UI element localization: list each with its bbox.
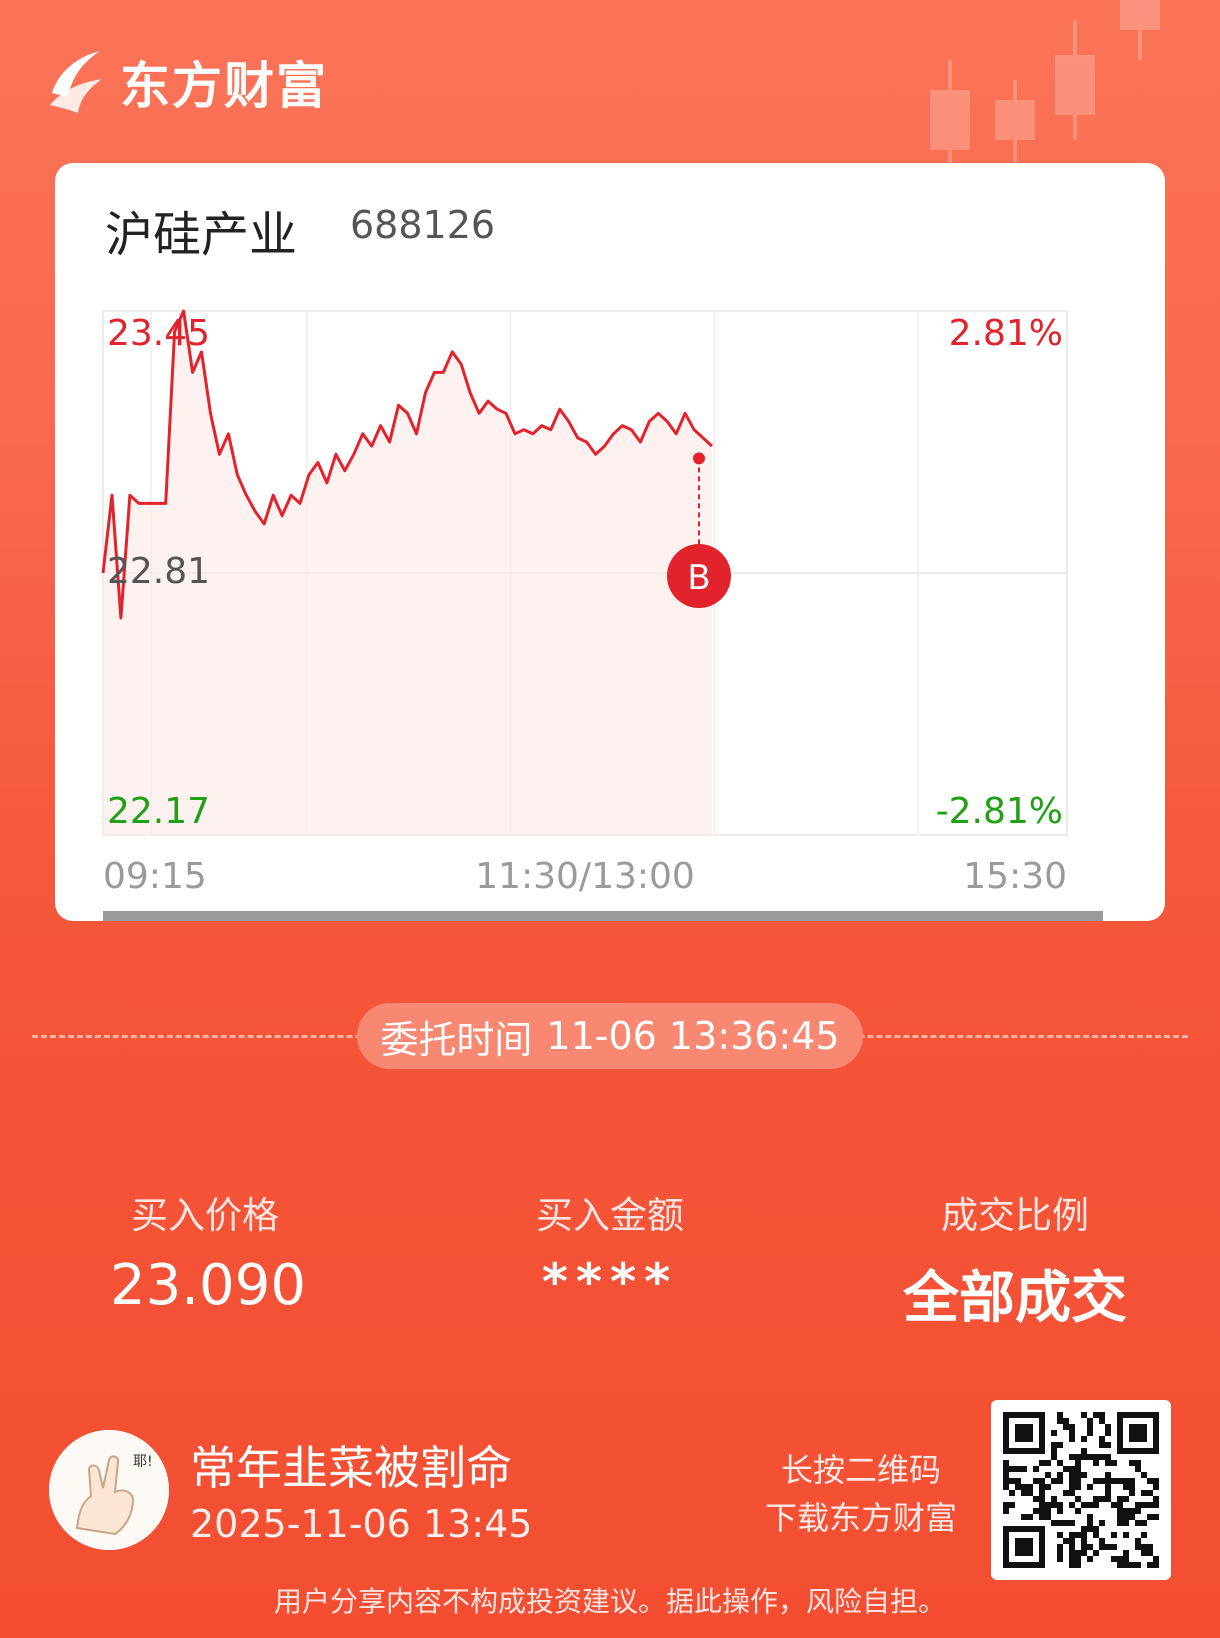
y-label-pct-high: 2.81% — [949, 313, 1063, 354]
y-label-pct-low: -2.81% — [936, 791, 1063, 832]
hand-gesture-icon: 耶! — [49, 1430, 169, 1550]
intraday-chart: B 23.45 22.81 22.17 2.81% -2.81% 09:15 11:30/1… — [101, 309, 1068, 897]
candlestick-decoration — [930, 0, 1160, 180]
x-tick-close: 15:30 — [963, 856, 1067, 897]
qr-hint: 长按二维码 下载东方财富 — [756, 1446, 966, 1542]
eastmoney-logo-icon — [50, 51, 102, 113]
qr-hint-line1: 长按二维码 — [780, 1451, 941, 1489]
stat-label: 买入价格 — [131, 1194, 279, 1237]
stat-label: 成交比例 — [941, 1194, 1089, 1237]
stat-value: 23.090 — [110, 1253, 306, 1318]
y-label-low: 22.17 — [107, 791, 210, 832]
x-tick-open: 09:15 — [103, 856, 207, 897]
avatar-caption: 耶! — [133, 1454, 153, 1470]
order-time-value: 11-06 13:36:45 — [546, 1014, 840, 1058]
chart-scrollbar[interactable] — [103, 911, 1103, 921]
brand-name: 东方财富 — [120, 57, 328, 115]
stat-value: 全部成交 — [903, 1266, 1127, 1331]
user-name: 常年韭菜被割命 — [190, 1441, 512, 1495]
stat-value: **** — [541, 1253, 679, 1311]
brand-header: 东方财富 — [48, 46, 328, 118]
share-time: 2025-11-06 13:45 — [190, 1502, 533, 1546]
stat-buy-price: 买入价格 23.090 — [110, 1185, 306, 1318]
stat-buy-amount: 买入金额 **** — [520, 1185, 700, 1311]
disclaimer: 用户分享内容不构成投资建议。据此操作，风险自担。 — [273, 1585, 946, 1618]
y-label-mid: 22.81 — [107, 551, 210, 592]
stat-fill-ratio: 成交比例 全部成交 — [900, 1185, 1130, 1334]
trade-marker-label: B — [687, 558, 710, 598]
order-time-pill: 委托时间 11-06 13:36:45 — [357, 1003, 863, 1069]
trade-marker-dot — [693, 452, 705, 465]
y-label-high: 23.45 — [107, 313, 210, 354]
x-tick-midday: 11:30/13:00 — [475, 856, 695, 897]
stat-label: 买入金额 — [536, 1194, 684, 1237]
avatar[interactable]: 耶! — [49, 1430, 169, 1550]
qr-code-icon[interactable] — [991, 1400, 1171, 1580]
order-time-label: 委托时间 — [380, 1017, 533, 1062]
qr-hint-line2: 下载东方财富 — [764, 1499, 957, 1537]
stock-card: 沪硅产业 688126 B 23.45 22.81 22.17 2.81% -2.81%… — [55, 163, 1165, 921]
